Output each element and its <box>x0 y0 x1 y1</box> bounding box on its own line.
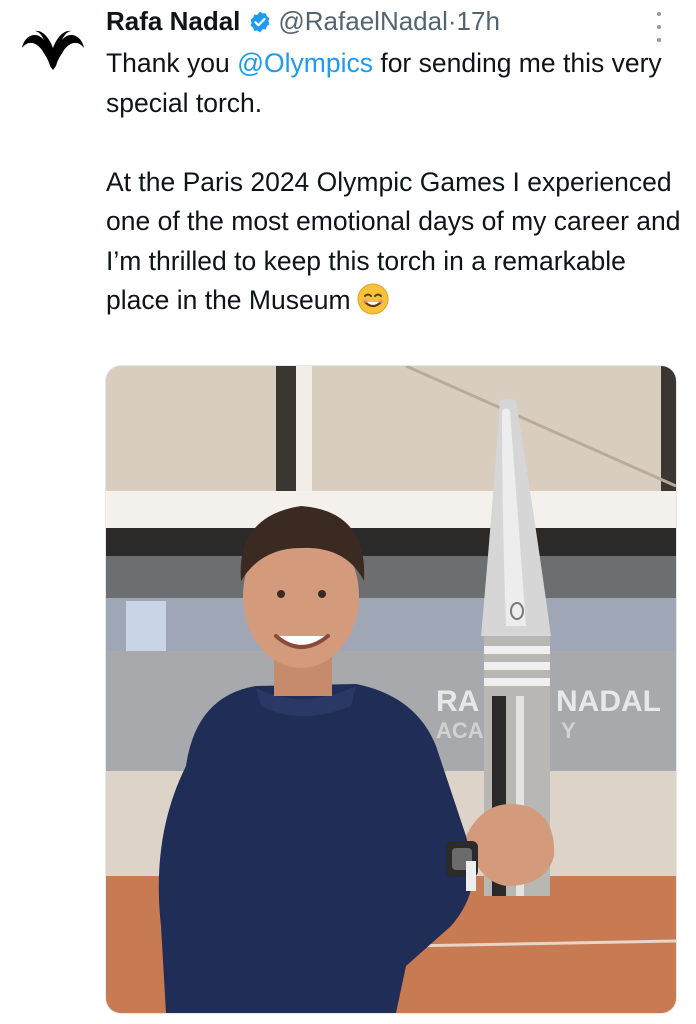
tweet-header: Rafa Nadal @RafaelNadal·17h <box>106 4 500 38</box>
more-options-icon[interactable] <box>654 12 664 42</box>
separator-dot: · <box>447 6 457 36</box>
tweet-text: Thank you @Olympics for sending me this … <box>106 44 686 321</box>
tweet-media-photo[interactable]: RA NADAL ACA Y <box>105 365 677 1014</box>
author-handle[interactable]: @RafaelNadal <box>278 6 447 36</box>
mention-link[interactable]: @Olympics <box>237 48 373 78</box>
tweet-text-part1: Thank you <box>106 48 238 78</box>
post-time[interactable]: 17h <box>457 6 500 36</box>
banner-sign-text: NADAL <box>556 685 661 718</box>
rafa-nadal-logo-icon[interactable] <box>18 18 88 70</box>
banner-sign-text: Y <box>561 718 576 743</box>
banner-sign-text: RA <box>436 685 479 718</box>
verified-badge-icon <box>250 11 270 33</box>
tweet-text-part2: for sending me this very special torch. … <box>106 48 681 315</box>
author-name[interactable]: Rafa Nadal <box>106 6 240 36</box>
banner-sign-text: ACA <box>436 718 484 743</box>
smiling-face-emoji <box>357 283 389 315</box>
photo-illustration: RA NADAL ACA Y <box>106 366 676 1013</box>
